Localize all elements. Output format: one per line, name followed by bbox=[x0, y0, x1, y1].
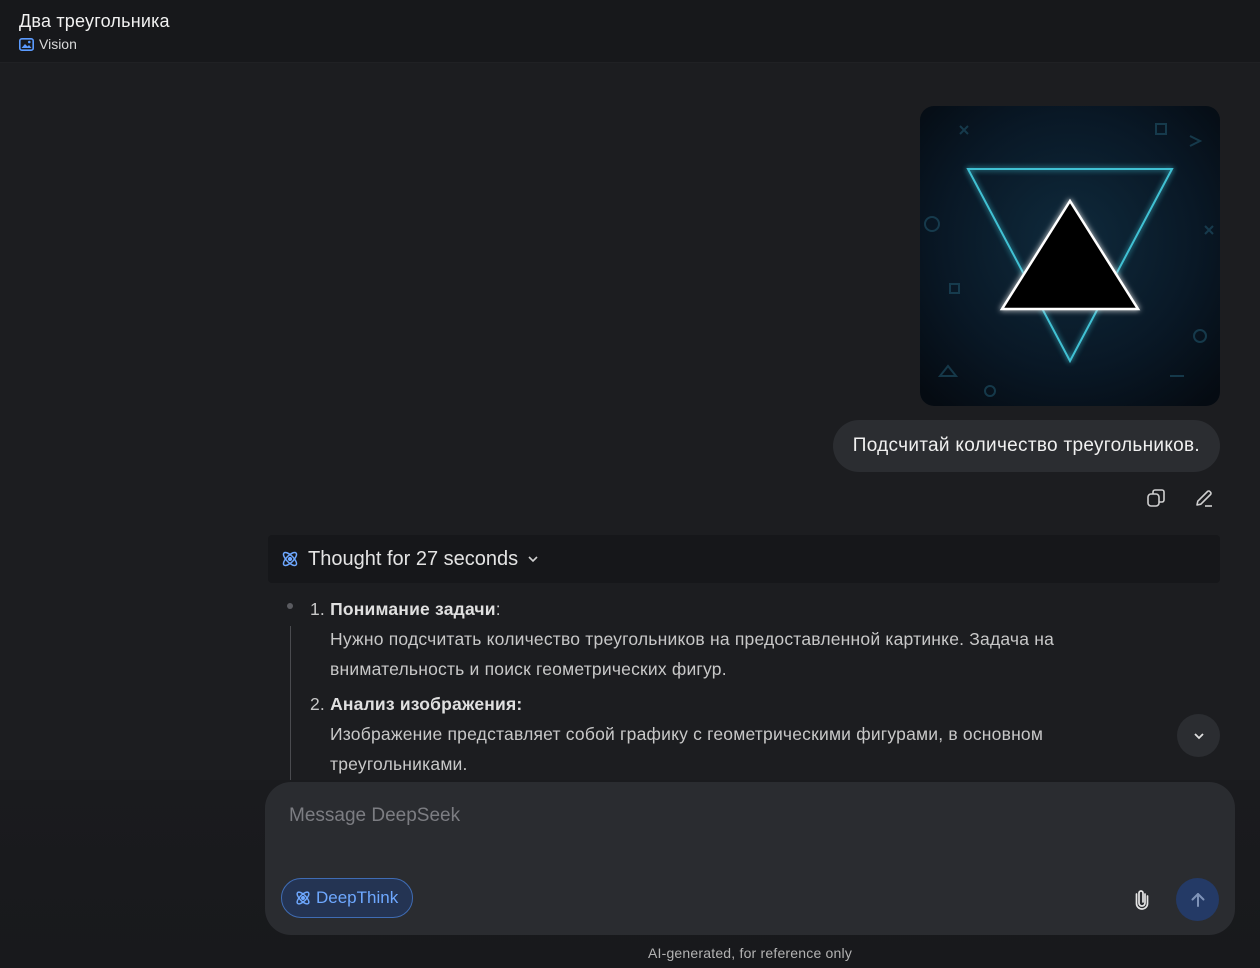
arrow-up-icon bbox=[1191, 892, 1204, 907]
copy-button[interactable] bbox=[1144, 486, 1168, 510]
step-title-suffix: : bbox=[495, 599, 501, 619]
thought-step: 2. Анализ изображения: Изображение предс… bbox=[310, 689, 1043, 779]
deepthink-label: DeepThink bbox=[316, 888, 399, 907]
deepthink-atom-icon bbox=[282, 551, 298, 567]
thought-dot bbox=[287, 603, 293, 609]
message-actions bbox=[1144, 486, 1216, 510]
model-badge: Vision bbox=[19, 36, 77, 52]
disclaimer-note: AI-generated, for reference only bbox=[647, 945, 853, 961]
edit-button[interactable] bbox=[1192, 486, 1216, 510]
step-body-line: треугольниками. bbox=[330, 754, 468, 774]
paperclip-icon bbox=[1135, 890, 1149, 910]
step-number: 2. bbox=[310, 694, 325, 714]
chat-title[interactable]: Два треугольника bbox=[19, 11, 170, 32]
neon-triangles-image bbox=[920, 106, 1220, 406]
message-composer: DeepThink bbox=[265, 782, 1235, 935]
message-input[interactable] bbox=[287, 804, 1091, 828]
chevron-down-icon bbox=[528, 556, 538, 563]
thought-summary: Thought for 27 seconds bbox=[308, 547, 519, 570]
step-number: 1. bbox=[310, 599, 325, 619]
copy-icon bbox=[1147, 489, 1165, 507]
deepthink-atom-icon bbox=[296, 891, 310, 905]
send-button[interactable] bbox=[1176, 878, 1219, 921]
model-label: Vision bbox=[39, 36, 77, 52]
pencil-icon bbox=[1196, 490, 1212, 507]
step-body-line: Нужно подсчитать количество треугольнико… bbox=[330, 629, 1055, 649]
top-bar: Два треугольника Vision bbox=[0, 0, 1260, 63]
user-uploaded-image[interactable] bbox=[920, 106, 1220, 406]
thought-step: 1. Понимание задачи: Нужно подсчитать ко… bbox=[310, 594, 1054, 684]
deepthink-toggle-button[interactable]: DeepThink bbox=[281, 878, 414, 918]
step-title: Анализ изображения: bbox=[330, 694, 523, 714]
chevron-down-icon bbox=[1193, 732, 1204, 739]
image-icon bbox=[19, 37, 34, 51]
step-title: Понимание задачи bbox=[330, 599, 496, 619]
scroll-to-bottom-button[interactable] bbox=[1177, 714, 1220, 757]
user-message-bubble: Подсчитай количество треугольников. bbox=[832, 420, 1220, 472]
thought-toggle[interactable]: Thought for 27 seconds bbox=[268, 535, 1220, 583]
step-body-line: внимательность и поиск геометрических фи… bbox=[330, 659, 727, 679]
attach-file-button[interactable] bbox=[1129, 886, 1155, 912]
step-body-line: Изображение представляет собой графику с… bbox=[330, 724, 1044, 744]
